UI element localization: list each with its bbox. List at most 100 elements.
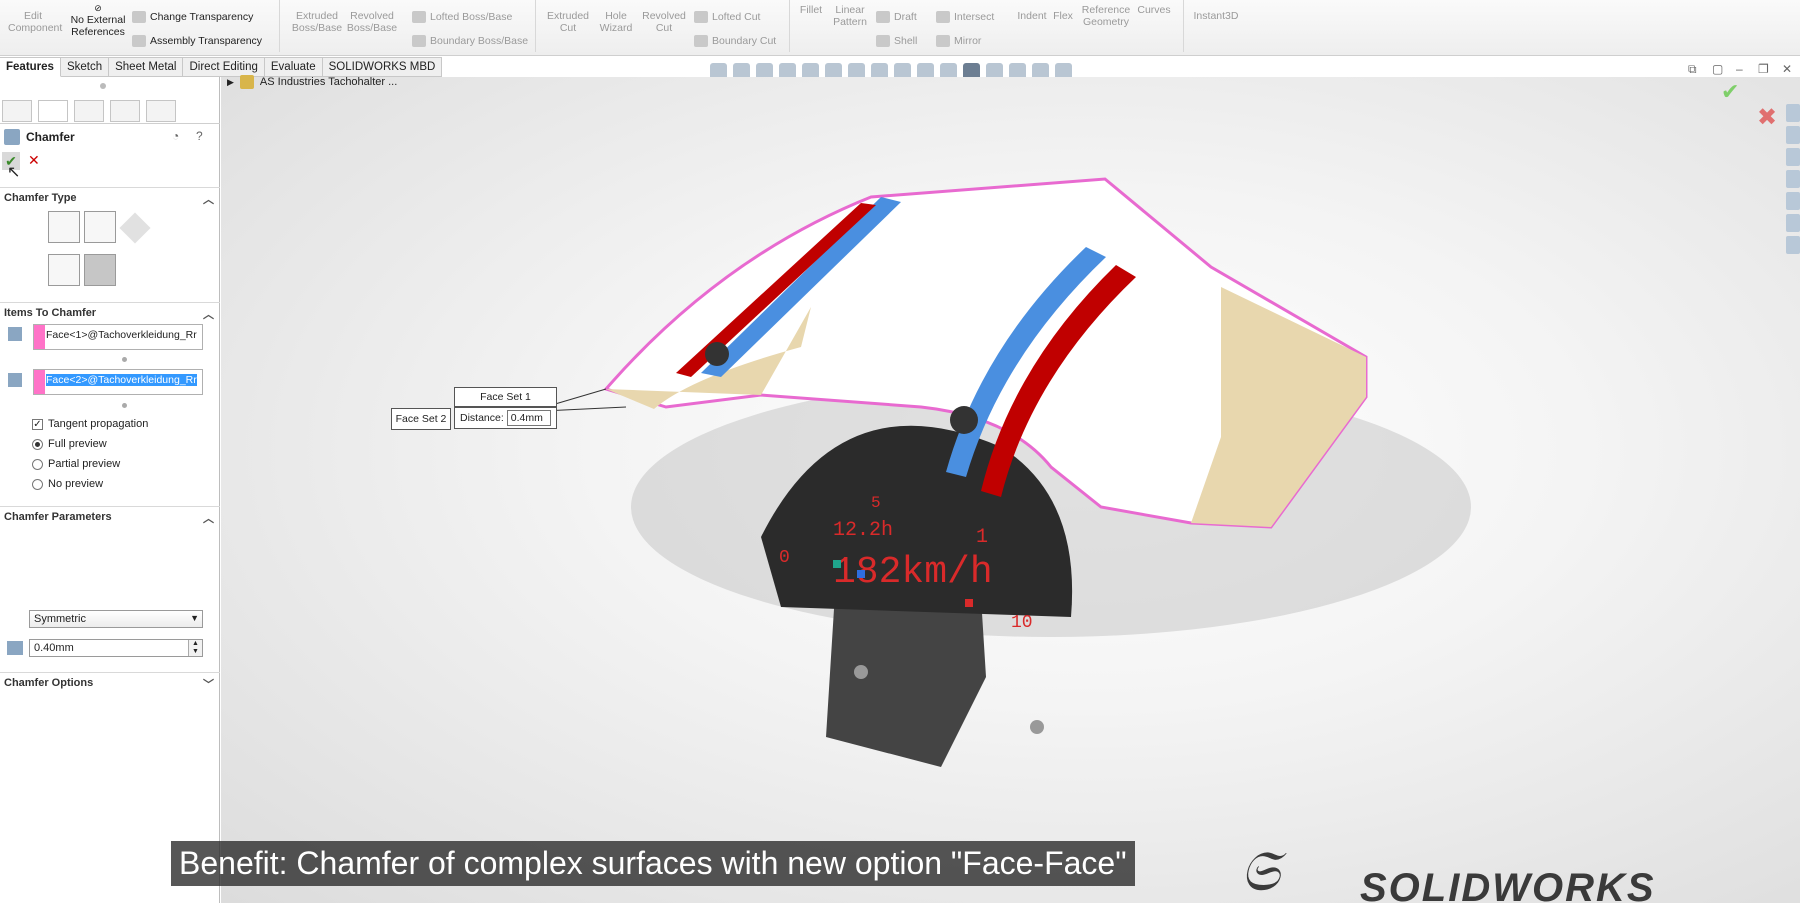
- checkbox-icon[interactable]: ✓: [32, 418, 43, 430]
- radio-icon[interactable]: [32, 458, 43, 470]
- feature-manager-tab[interactable]: [2, 100, 32, 122]
- partial-preview-radio[interactable]: Partial preview: [32, 458, 120, 470]
- configuration-manager-tab[interactable]: [74, 100, 104, 122]
- home-icon[interactable]: [1786, 104, 1800, 122]
- full-preview-radio[interactable]: Full preview: [32, 438, 107, 450]
- restore-pane-icon[interactable]: ⧉: [1688, 62, 1697, 77]
- design-library-icon[interactable]: [1786, 148, 1800, 166]
- indent-button[interactable]: Indent: [1014, 10, 1050, 22]
- collapse-icon[interactable]: ︿: [203, 306, 214, 322]
- chevron-down-icon[interactable]: ▼: [190, 613, 199, 623]
- splitter-handle[interactable]: [100, 83, 106, 89]
- mirror-button[interactable]: Mirror: [936, 35, 981, 47]
- assembly-transparency-button[interactable]: Assembly Transparency: [132, 35, 262, 47]
- change-transparency-button[interactable]: Change Transparency: [132, 11, 253, 23]
- display-manager-tab[interactable]: [146, 100, 176, 122]
- tangent-propagation-checkbox[interactable]: ✓ Tangent propagation: [32, 418, 148, 430]
- vertex-type-button[interactable]: [119, 212, 151, 244]
- collapse-icon[interactable]: ︿: [203, 510, 214, 526]
- flex-button[interactable]: Flex: [1048, 10, 1078, 22]
- curves-button[interactable]: Curves: [1134, 4, 1174, 16]
- face-set-1-list[interactable]: Face<1>@Tachoverkleidung_Rr: [33, 324, 203, 350]
- tab-sheet-metal[interactable]: Sheet Metal: [109, 57, 184, 77]
- chamfer-parameters-section[interactable]: Chamfer Parameters ︿: [0, 506, 220, 526]
- lofted-cut-icon: [694, 11, 708, 23]
- angle-distance-type-button[interactable]: [48, 211, 80, 243]
- extruded-boss-button[interactable]: Extruded Boss/Base: [291, 10, 343, 34]
- extruded-cut-button[interactable]: Extruded Cut: [542, 10, 594, 34]
- confirm-cancel-icon[interactable]: ✖: [1757, 103, 1777, 132]
- boundary-boss-button[interactable]: Boundary Boss/Base: [412, 35, 528, 47]
- property-manager-tab[interactable]: [38, 100, 68, 122]
- face-set-1-item[interactable]: Face<1>@Tachoverkleidung_Rr: [46, 329, 197, 341]
- radio-icon[interactable]: [32, 438, 43, 450]
- draft-button[interactable]: Draft: [876, 11, 917, 23]
- list-resize-handle[interactable]: [122, 403, 127, 408]
- file-explorer-icon[interactable]: [1786, 170, 1800, 188]
- distance-input[interactable]: 0.40mm ▲ ▼: [29, 639, 203, 657]
- distance-callout-input[interactable]: 0.4mm: [506, 410, 551, 426]
- face-set-2-item[interactable]: Face<2>@Tachoverkleidung_Rr: [46, 374, 197, 386]
- intersect-button[interactable]: Intersect: [936, 11, 994, 23]
- resources-icon[interactable]: [1786, 126, 1800, 144]
- offset-face-type-button[interactable]: [48, 254, 80, 286]
- face-face-type-button[interactable]: [84, 254, 116, 286]
- manager-tabs: [0, 98, 220, 124]
- transparency-icon: [132, 11, 146, 23]
- callout-face-set-1[interactable]: Face Set 1: [454, 387, 557, 407]
- chamfer-options-section[interactable]: Chamfer Options ﹀: [0, 672, 220, 692]
- list-resize-handle[interactable]: [122, 357, 127, 362]
- tab-evaluate[interactable]: Evaluate: [264, 57, 323, 77]
- tangent-propagation-label: Tangent propagation: [48, 418, 149, 430]
- close-icon[interactable]: ✕: [1782, 62, 1792, 76]
- dimxpert-manager-tab[interactable]: [110, 100, 140, 122]
- tab-solidworks-mbd[interactable]: SOLIDWORKS MBD: [322, 57, 443, 77]
- items-to-chamfer-section[interactable]: Items To Chamfer ︿: [0, 302, 220, 322]
- callout-face-set-2[interactable]: Face Set 2: [391, 408, 451, 430]
- distance-distance-type-button[interactable]: [84, 211, 116, 243]
- expand-icon[interactable]: ﹀: [203, 676, 214, 692]
- no-external-references-button[interactable]: ⊘ No External References: [70, 2, 126, 38]
- model-graphic: 5 12.2h 1 182km/h 0 10: [542, 177, 1471, 767]
- tab-sketch[interactable]: Sketch: [60, 57, 110, 77]
- minimize-icon[interactable]: –: [1736, 62, 1743, 76]
- spinner-icon[interactable]: ▲ ▼: [188, 640, 202, 656]
- graphics-area[interactable]: ▶ AS Industries Tachohalter ... 5 12.2h …: [221, 75, 1800, 903]
- tab-direct-editing[interactable]: Direct Editing: [183, 57, 265, 77]
- chamfer-type-section[interactable]: Chamfer Type ︿: [0, 187, 220, 207]
- hole-wizard-button[interactable]: Hole Wizard: [590, 10, 642, 34]
- lofted-cut-button[interactable]: Lofted Cut: [694, 11, 760, 23]
- lofted-boss-button[interactable]: Lofted Boss/Base: [412, 11, 512, 23]
- fillet-button[interactable]: Fillet: [796, 4, 826, 16]
- assembly-transparency-label: Assembly Transparency: [150, 35, 263, 47]
- no-preview-radio[interactable]: No preview: [32, 478, 103, 490]
- pane-icon[interactable]: ▢: [1712, 62, 1723, 76]
- shell-button[interactable]: Shell: [876, 35, 917, 47]
- collapse-icon[interactable]: ︿: [203, 191, 214, 207]
- whats-new-icon[interactable]: ◔: [172, 129, 179, 143]
- help-icon[interactable]: ?: [196, 129, 203, 143]
- bracket-hole: [854, 665, 868, 679]
- appearances-icon[interactable]: [1786, 192, 1800, 210]
- linear-pattern-button[interactable]: Linear Pattern: [828, 4, 872, 28]
- flex-label: Flex: [1053, 10, 1073, 22]
- dash-speed: 182km/h: [833, 551, 993, 594]
- shell-icon: [876, 35, 890, 47]
- custom-properties-icon[interactable]: [1786, 214, 1800, 232]
- chamfer-method-select[interactable]: Symmetric ▼: [29, 610, 203, 628]
- face-set-2-list[interactable]: Face<2>@Tachoverkleidung_Rr: [33, 369, 203, 395]
- cancel-button[interactable]: ✕: [28, 152, 40, 169]
- ds-logo-icon: 𝔖: [1240, 839, 1280, 902]
- revolved-boss-button[interactable]: Revolved Boss/Base: [346, 10, 398, 34]
- instant3d-button[interactable]: Instant3D: [1186, 10, 1246, 22]
- reference-geometry-button[interactable]: Reference Geometry: [1078, 4, 1134, 28]
- edit-component-button[interactable]: Edit Component: [8, 10, 62, 34]
- revolved-cut-button[interactable]: Revolved Cut: [638, 10, 690, 34]
- change-transparency-label: Change Transparency: [150, 11, 254, 23]
- confirm-ok-icon[interactable]: ✔: [1721, 79, 1739, 105]
- view-palette-icon[interactable]: [1786, 236, 1800, 254]
- tab-features[interactable]: Features: [0, 57, 61, 77]
- radio-icon[interactable]: [32, 478, 43, 490]
- maximize-icon[interactable]: ❐: [1758, 62, 1769, 76]
- boundary-cut-button[interactable]: Boundary Cut: [694, 35, 776, 47]
